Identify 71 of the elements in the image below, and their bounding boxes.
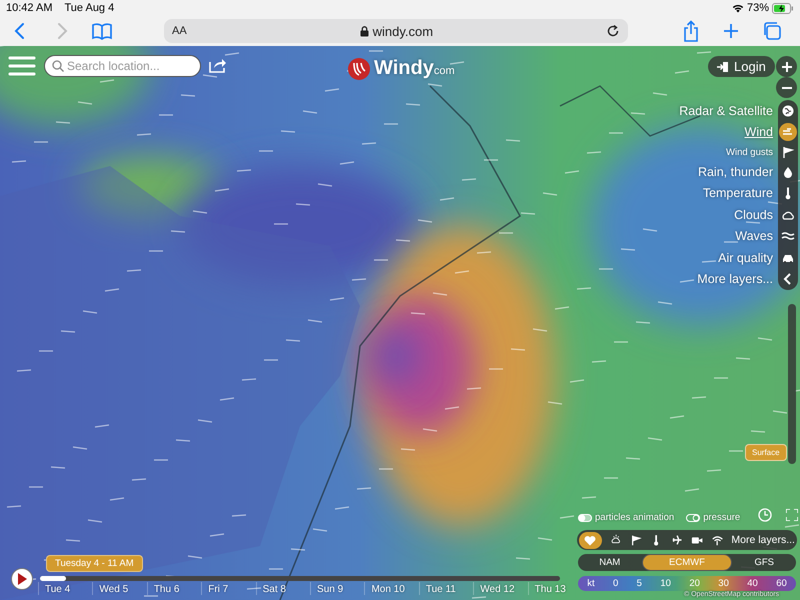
clock-icon[interactable] (758, 508, 772, 522)
battery-icon (772, 2, 794, 14)
altitude-track[interactable] (788, 304, 796, 464)
address-bar[interactable]: AA windy.com (164, 19, 628, 43)
legend-value: 20 (689, 578, 700, 589)
share-arrow-icon[interactable] (209, 57, 227, 73)
model-tab[interactable]: GFS (732, 554, 796, 571)
plus-icon[interactable] (722, 22, 740, 40)
model-tab[interactable]: NAM (578, 554, 642, 571)
model-tab[interactable]: ECMWF (642, 554, 732, 571)
legend-unit: kt (587, 578, 595, 589)
more-layers-link[interactable]: More layers... (731, 534, 795, 546)
day-label[interactable]: Fri 7 (201, 582, 256, 595)
lock-icon (360, 26, 369, 36)
day-label[interactable]: Thu 6 (146, 582, 202, 595)
tabs-icon[interactable] (762, 21, 782, 41)
legend-value: 60 (776, 578, 787, 589)
globe-icon[interactable] (781, 104, 795, 118)
layer-item[interactable]: Air quality (718, 247, 773, 268)
book-icon[interactable] (92, 22, 112, 40)
layer-item[interactable]: Waves (735, 226, 773, 247)
day-label[interactable]: Tue 4 (38, 582, 92, 595)
plus-icon (782, 62, 792, 72)
day-label[interactable]: Thu 13 (528, 582, 582, 595)
altitude-label[interactable]: Surface (745, 444, 787, 461)
url-text: windy.com (372, 24, 434, 38)
flag-icon[interactable] (630, 533, 642, 547)
day-label[interactable]: Sat 8 (256, 582, 310, 595)
door-icon (717, 60, 729, 72)
day-label[interactable]: Sun 9 (310, 582, 364, 595)
legend-value: 0 (612, 578, 618, 589)
reload-icon[interactable] (606, 24, 620, 38)
text-size-button[interactable]: AA (172, 25, 187, 37)
day-label[interactable]: Wed 5 (92, 582, 147, 595)
layer-item[interactable]: Rain, thunder (698, 161, 773, 182)
battery-percent: 73% (746, 2, 769, 14)
day-label[interactable]: Mon 10 (364, 582, 419, 595)
login-button[interactable]: Login (708, 56, 775, 77)
search-field[interactable]: Search location... (44, 55, 201, 77)
share-icon[interactable] (682, 20, 700, 42)
toggle-switch[interactable] (686, 514, 700, 522)
menu-icon[interactable] (8, 54, 36, 78)
day-label[interactable]: Tue 11 (418, 582, 474, 595)
legend-value: 5 (636, 578, 642, 589)
airplane-icon[interactable] (670, 533, 683, 547)
layer-item[interactable]: Radar & Satellite (679, 100, 773, 122)
day-label[interactable]: Wed 12 (473, 582, 528, 595)
flag-icon[interactable] (781, 145, 795, 159)
windy-logo-icon (348, 58, 370, 80)
search-icon (52, 60, 64, 72)
timeline-progress[interactable] (40, 576, 66, 581)
wifi-icon (732, 3, 744, 13)
legend-value: 40 (747, 578, 758, 589)
toggle-label: particles animation (595, 512, 674, 523)
layer-item[interactable]: Wind gusts (726, 143, 773, 161)
play-icon (17, 573, 27, 585)
layer-item[interactable]: Temperature (702, 182, 773, 204)
layer-item[interactable]: Clouds (734, 204, 773, 226)
drop-icon[interactable] (781, 164, 795, 179)
toggle-label: pressure (703, 512, 740, 523)
legend-value: 10 (660, 578, 671, 589)
status-date: Tue Aug 4 (64, 2, 114, 14)
layer-item[interactable]: More layers... (697, 268, 773, 290)
logo-text: Windycom (374, 57, 455, 80)
timeline-track[interactable] (40, 576, 560, 581)
legend-value: 30 (718, 578, 729, 589)
fullscreen-icon[interactable] (786, 509, 798, 521)
toggle-switch[interactable] (578, 514, 592, 522)
clock-time: 10:42 AM (6, 2, 52, 14)
time-tooltip: Tuesday 4 - 11 AM (46, 555, 143, 572)
layer-item[interactable]: Wind (744, 122, 773, 143)
